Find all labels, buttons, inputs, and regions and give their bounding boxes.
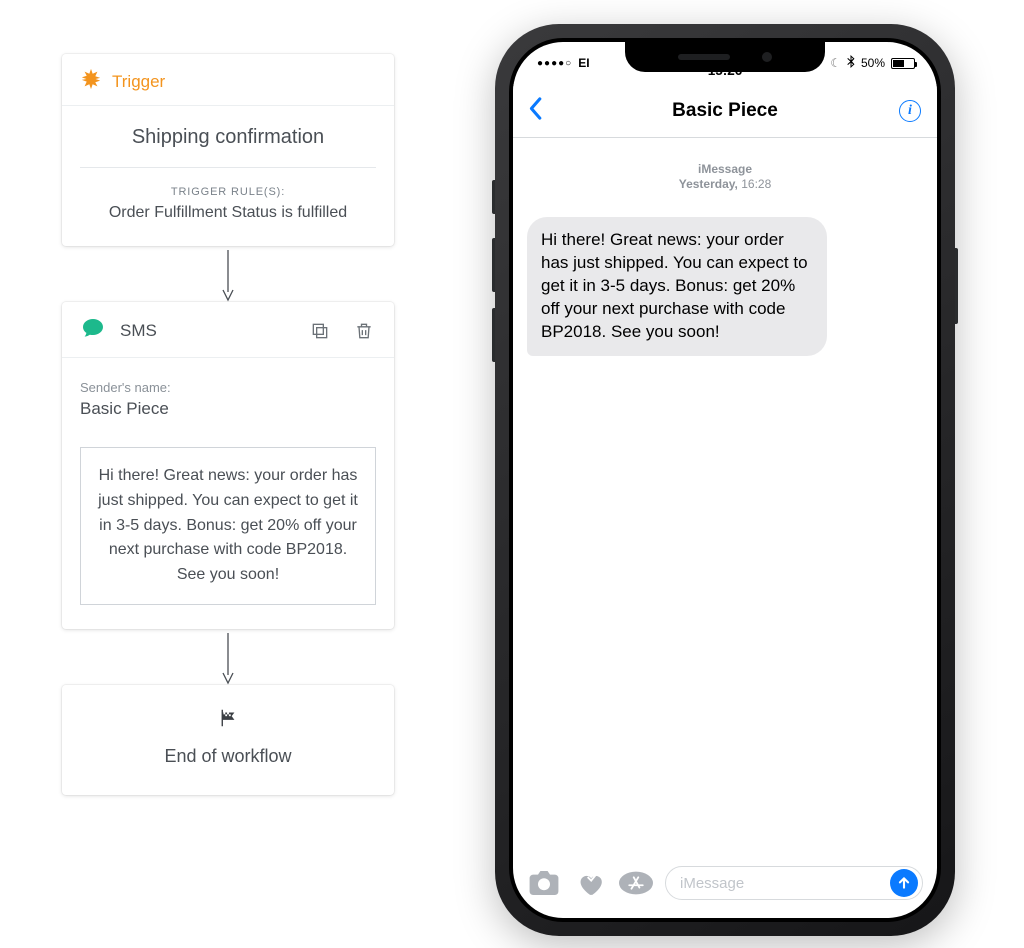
bluetooth-icon bbox=[847, 55, 855, 71]
message-bubble: Hi there! Great news: your order has jus… bbox=[527, 217, 827, 356]
trigger-rules-value: Order Fulfillment Status is fulfilled bbox=[62, 204, 394, 222]
conversation-title: Basic Piece bbox=[672, 100, 778, 122]
send-button[interactable] bbox=[890, 869, 918, 897]
copy-button[interactable] bbox=[308, 319, 332, 343]
workflow-arrow bbox=[62, 246, 394, 302]
battery-pct: 50% bbox=[861, 56, 885, 70]
trigger-rules-label: TRIGGER RULE(S): bbox=[62, 186, 394, 198]
workflow-arrow bbox=[62, 629, 394, 685]
sms-card[interactable]: SMS Sender's name: Basic Piece Hi there!… bbox=[62, 302, 394, 629]
sms-message-text[interactable]: Hi there! Great news: your order has jus… bbox=[80, 447, 376, 605]
burst-icon bbox=[80, 68, 102, 95]
trigger-card-header: Trigger bbox=[62, 54, 394, 106]
appstore-button[interactable] bbox=[619, 868, 653, 898]
phone-notch bbox=[625, 42, 825, 72]
compose-bar: iMessage bbox=[513, 858, 937, 908]
channel-label: iMessage bbox=[527, 162, 923, 176]
moon-icon: ☾ bbox=[830, 56, 841, 70]
trigger-title: Shipping confirmation bbox=[62, 106, 394, 167]
workflow-column: Trigger Shipping confirmation TRIGGER RU… bbox=[62, 54, 394, 795]
trigger-card[interactable]: Trigger Shipping confirmation TRIGGER RU… bbox=[62, 54, 394, 246]
sms-card-header: SMS bbox=[62, 302, 394, 358]
flag-icon bbox=[217, 716, 239, 733]
sender-name-value: Basic Piece bbox=[80, 399, 376, 419]
camera-button[interactable] bbox=[527, 868, 561, 898]
digital-touch-button[interactable] bbox=[573, 868, 607, 898]
carrier-label: EI bbox=[578, 56, 589, 70]
battery-icon bbox=[891, 58, 915, 69]
message-timestamp: Yesterday, 16:28 bbox=[527, 177, 923, 191]
signal-icon: ●●●●○ bbox=[537, 58, 572, 69]
message-input[interactable]: iMessage bbox=[665, 866, 923, 900]
messages-area[interactable]: iMessage Yesterday, 16:28 Hi there! Grea… bbox=[513, 138, 937, 858]
delete-button[interactable] bbox=[352, 319, 376, 343]
speech-bubble-icon bbox=[80, 316, 106, 345]
info-button[interactable]: i bbox=[899, 100, 921, 122]
phone-screen: ●●●●○ EI 15:26 ☾ 50% Basic Pie bbox=[513, 42, 937, 918]
phone-mockup: ●●●●○ EI 15:26 ☾ 50% Basic Pie bbox=[495, 24, 955, 936]
end-label: End of workflow bbox=[62, 746, 394, 767]
sender-name-label: Sender's name: bbox=[80, 380, 376, 395]
back-button[interactable] bbox=[527, 96, 543, 125]
trigger-header-label: Trigger bbox=[112, 72, 165, 92]
sms-header-label: SMS bbox=[120, 321, 157, 341]
conversation-header: Basic Piece i bbox=[513, 84, 937, 138]
end-card: End of workflow bbox=[62, 685, 394, 795]
message-placeholder: iMessage bbox=[680, 875, 744, 892]
